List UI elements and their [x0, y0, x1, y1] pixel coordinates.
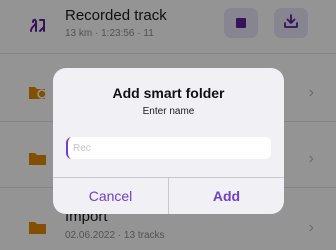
dialog-title: Add smart folder: [112, 85, 225, 101]
add-smart-folder-dialog: Add smart folder Enter name Cancel Add: [53, 68, 284, 214]
dialog-message: Enter name: [142, 106, 195, 117]
folder-name-input[interactable]: [66, 137, 271, 159]
cancel-button[interactable]: Cancel: [53, 178, 168, 214]
add-button[interactable]: Add: [169, 178, 284, 214]
